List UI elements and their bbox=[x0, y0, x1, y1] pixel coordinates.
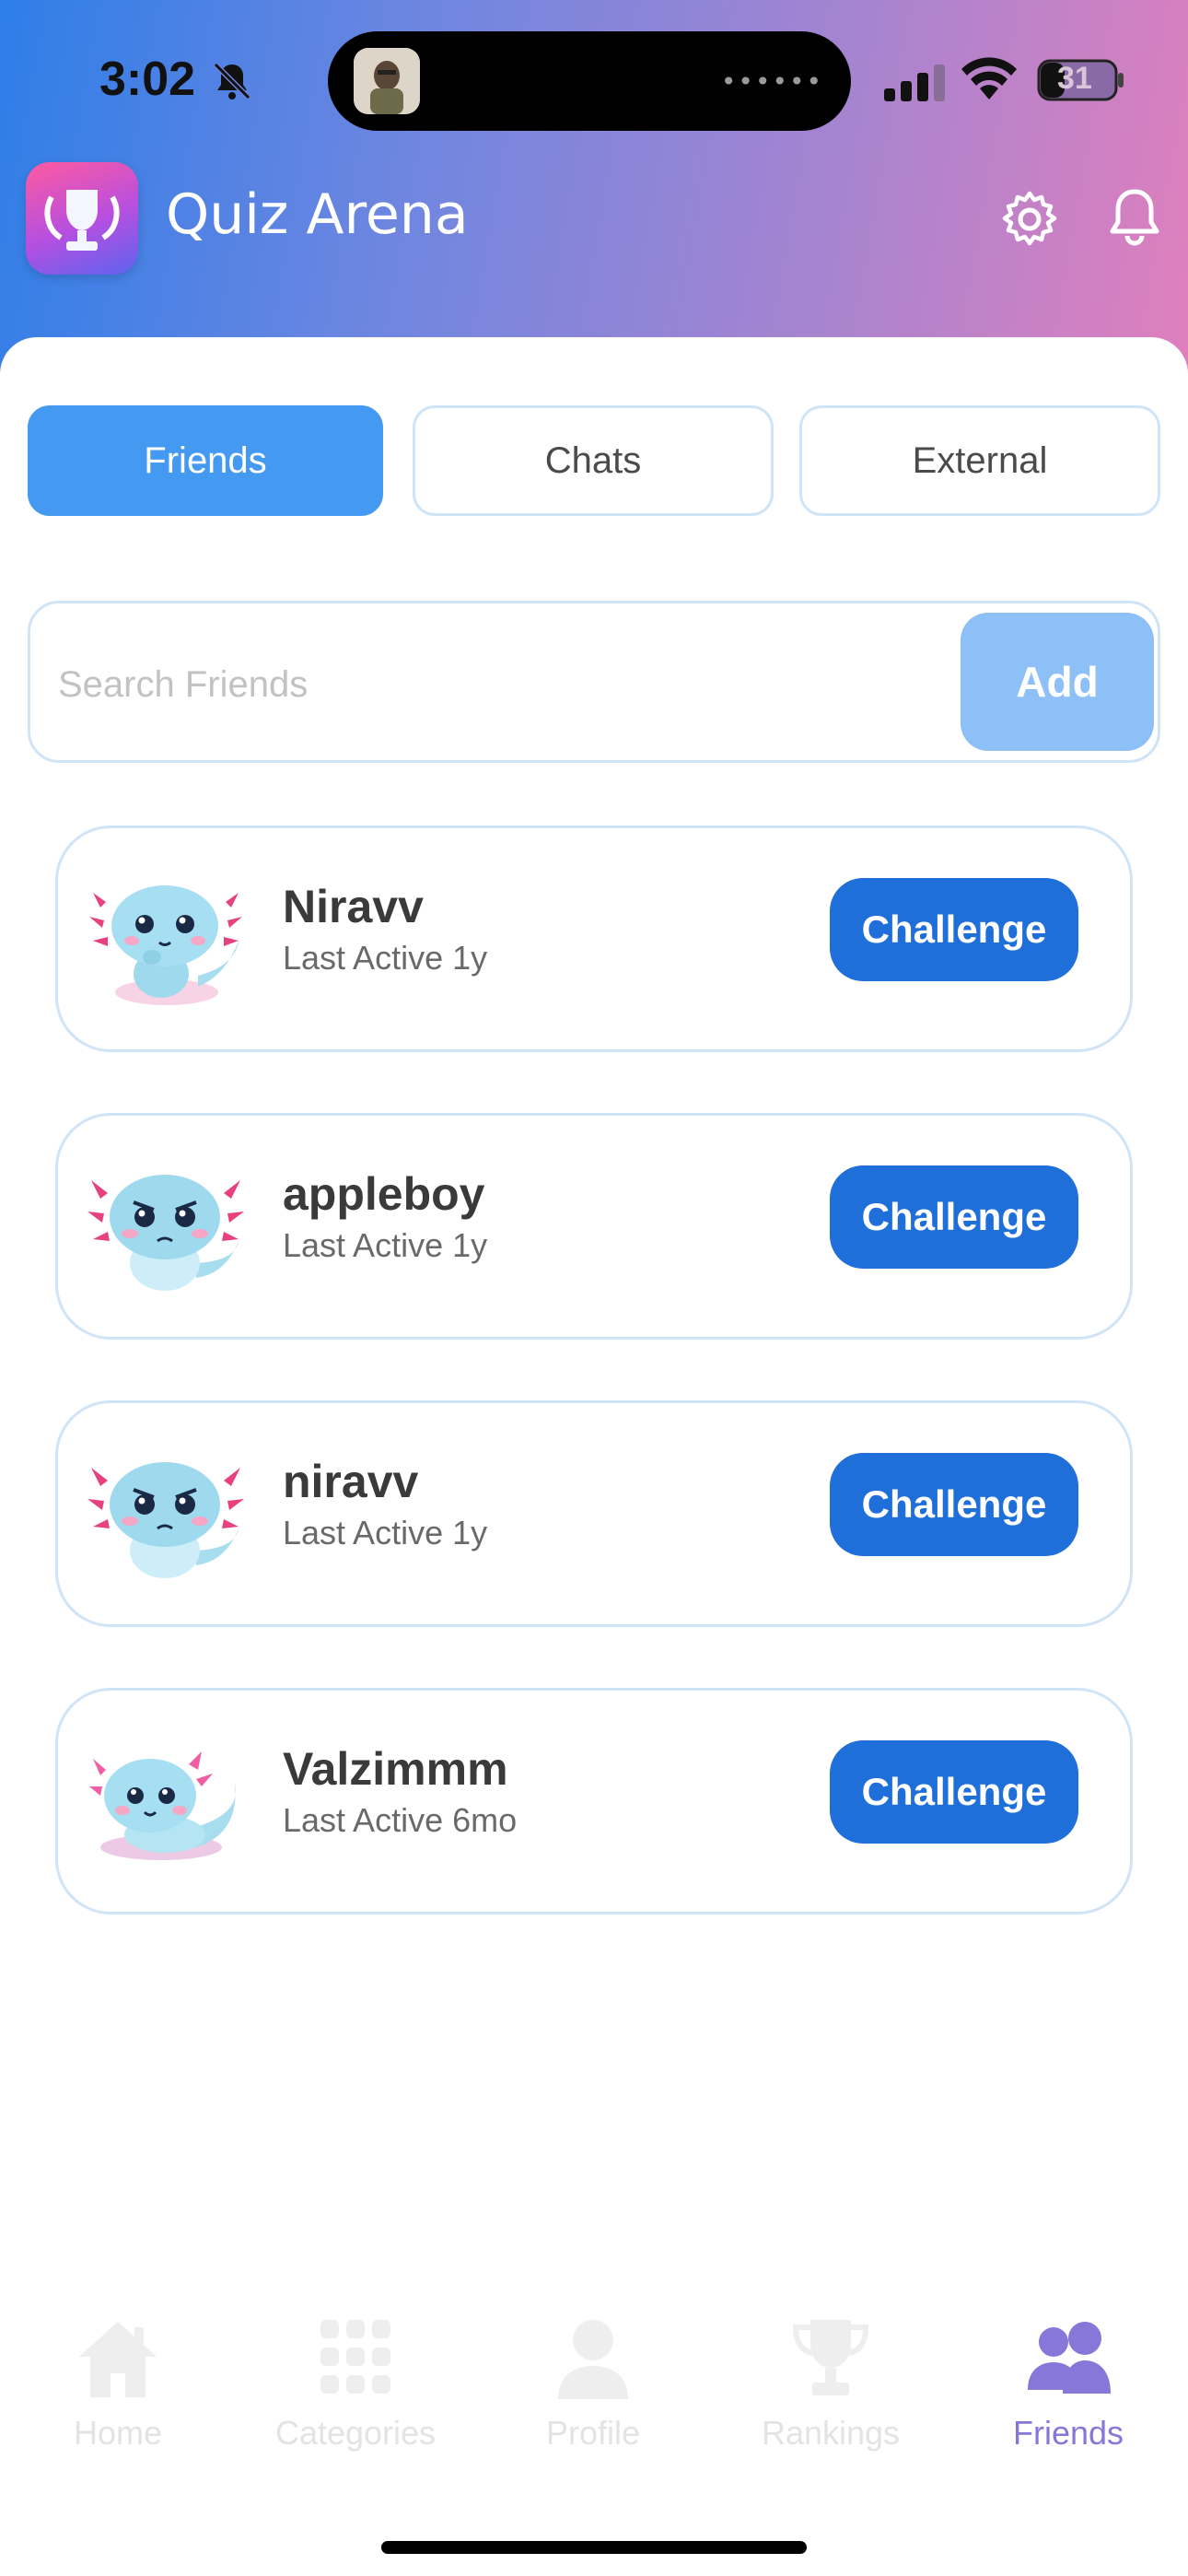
friend-card: niravv Last Active 1y Challenge bbox=[55, 1400, 1133, 1627]
friend-name: Valzimmm bbox=[283, 1743, 508, 1795]
segment-tabs: Friends Chats External bbox=[28, 405, 1160, 516]
home-indicator bbox=[381, 2541, 807, 2554]
user-icon bbox=[558, 2320, 628, 2399]
friend-name: Niravv bbox=[283, 881, 424, 932]
friend-last-active: Last Active 6mo bbox=[283, 1801, 518, 1839]
search-bar: Add bbox=[28, 601, 1160, 763]
nav-categories-label: Categories bbox=[274, 2414, 437, 2452]
axolotl-avatar-icon bbox=[87, 1440, 244, 1591]
add-friend-button[interactable]: Add bbox=[961, 613, 1154, 751]
settings-icon[interactable] bbox=[1000, 190, 1059, 249]
nav-home[interactable]: Home bbox=[17, 2303, 219, 2478]
axolotl-avatar-icon bbox=[87, 1727, 244, 1879]
challenge-button[interactable]: Challenge bbox=[830, 1165, 1078, 1269]
tab-friends[interactable]: Friends bbox=[28, 405, 383, 516]
app-title: Quiz Arena bbox=[166, 182, 469, 247]
bottom-navigation: Home Categories Profile Rankings Friends bbox=[0, 2303, 1188, 2488]
friends-icon bbox=[1028, 2322, 1111, 2394]
island-dots: •••••• bbox=[720, 66, 823, 97]
live-activity-avatar bbox=[354, 48, 420, 114]
notifications-bell-icon[interactable] bbox=[1105, 186, 1164, 249]
bell-off-icon bbox=[213, 62, 251, 100]
friend-card: Valzimmm Last Active 6mo Challenge bbox=[55, 1688, 1133, 1914]
nav-rankings[interactable]: Rankings bbox=[729, 2303, 932, 2478]
friend-card: Niravv Last Active 1y Challenge bbox=[55, 825, 1133, 1052]
nav-home-label: Home bbox=[73, 2414, 163, 2452]
axolotl-avatar-icon bbox=[87, 1153, 244, 1304]
tab-chats[interactable]: Chats bbox=[413, 405, 774, 516]
search-friends-input[interactable] bbox=[58, 640, 942, 729]
nav-rankings-label: Rankings bbox=[761, 2414, 901, 2452]
trophy-icon bbox=[792, 2320, 869, 2395]
challenge-button[interactable]: Challenge bbox=[830, 1453, 1078, 1556]
axolotl-avatar-icon bbox=[87, 865, 244, 1016]
trophy-logo-icon bbox=[26, 162, 138, 275]
nav-profile[interactable]: Profile bbox=[492, 2303, 694, 2478]
nav-friends-label: Friends bbox=[1012, 2414, 1124, 2452]
friend-last-active: Last Active 1y bbox=[283, 1226, 488, 1264]
status-time: 3:02 bbox=[99, 53, 196, 106]
friend-last-active: Last Active 1y bbox=[283, 939, 488, 977]
signal-icon bbox=[884, 64, 945, 101]
nav-categories[interactable]: Categories bbox=[254, 2303, 457, 2478]
friend-name: niravv bbox=[283, 1456, 419, 1507]
home-icon bbox=[79, 2322, 157, 2397]
challenge-button[interactable]: Challenge bbox=[830, 1740, 1078, 1844]
status-bar: 3:02 •••••• 31 bbox=[0, 0, 1188, 157]
challenge-button[interactable]: Challenge bbox=[830, 878, 1078, 981]
tab-external[interactable]: External bbox=[799, 405, 1160, 516]
battery-level: 31 bbox=[1057, 61, 1092, 96]
friend-last-active: Last Active 1y bbox=[283, 1514, 488, 1551]
nav-profile-label: Profile bbox=[545, 2414, 641, 2452]
nav-friends[interactable]: Friends bbox=[967, 2303, 1170, 2478]
grid-icon bbox=[320, 2320, 390, 2394]
wifi-icon bbox=[961, 57, 1017, 100]
dynamic-island: •••••• bbox=[328, 31, 851, 131]
friend-name: appleboy bbox=[283, 1168, 485, 1220]
friend-card: appleboy Last Active 1y Challenge bbox=[55, 1113, 1133, 1340]
